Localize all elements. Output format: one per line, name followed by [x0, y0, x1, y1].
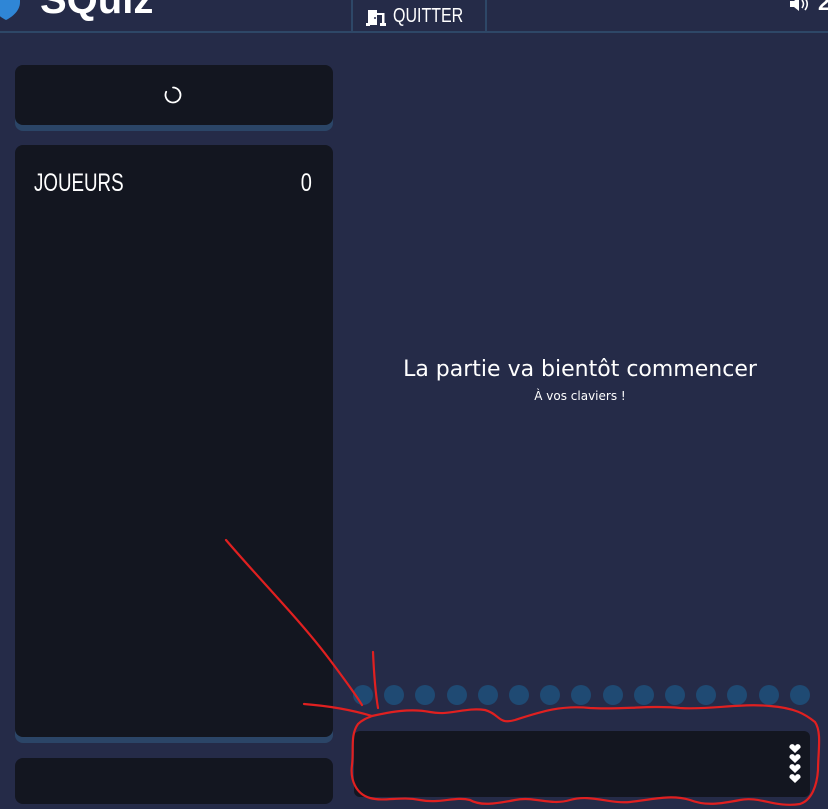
progress-dot	[665, 685, 685, 705]
progress-dot	[446, 685, 467, 705]
door-exit-icon	[366, 9, 386, 26]
question-progress-dots	[352, 685, 812, 707]
players-panel	[15, 145, 333, 737]
waiting-subtitle: À vos claviers !	[534, 389, 626, 403]
progress-dot	[509, 685, 529, 705]
progress-dot	[633, 685, 654, 705]
players-count: 0	[300, 169, 312, 197]
answer-input-area[interactable]	[354, 731, 810, 797]
progress-dot	[727, 685, 748, 705]
progress-dot	[758, 685, 779, 705]
waiting-message: La partie va bientôt commencer	[403, 357, 757, 382]
heart-icon	[789, 754, 801, 763]
progress-dot	[602, 685, 623, 705]
quit-button[interactable]: QUITTER	[351, 0, 487, 33]
spinner-icon	[164, 86, 182, 104]
header-cutoff-text: 2	[818, 0, 828, 15]
heart-icon	[789, 764, 801, 773]
app-logo-text: SQuiz	[40, 0, 154, 22]
progress-dot	[540, 685, 561, 705]
progress-dot	[571, 685, 592, 705]
bottom-left-panel	[15, 758, 333, 804]
top-bar: SQuiz QUITTER 2	[0, 0, 828, 33]
players-title: JOUEURS	[34, 169, 124, 197]
progress-dot	[477, 685, 498, 705]
progress-dot	[789, 685, 810, 705]
heart-icon	[789, 774, 801, 783]
quit-button-label: QUITTER	[393, 5, 464, 27]
progress-dot	[415, 685, 436, 705]
heart-icon	[789, 744, 801, 753]
lives-indicator	[789, 744, 801, 783]
progress-dot	[353, 685, 373, 705]
shield-logo-icon	[0, 0, 20, 20]
progress-dot	[696, 685, 717, 705]
progress-dot	[384, 685, 405, 705]
speaker-icon[interactable]	[789, 0, 811, 12]
